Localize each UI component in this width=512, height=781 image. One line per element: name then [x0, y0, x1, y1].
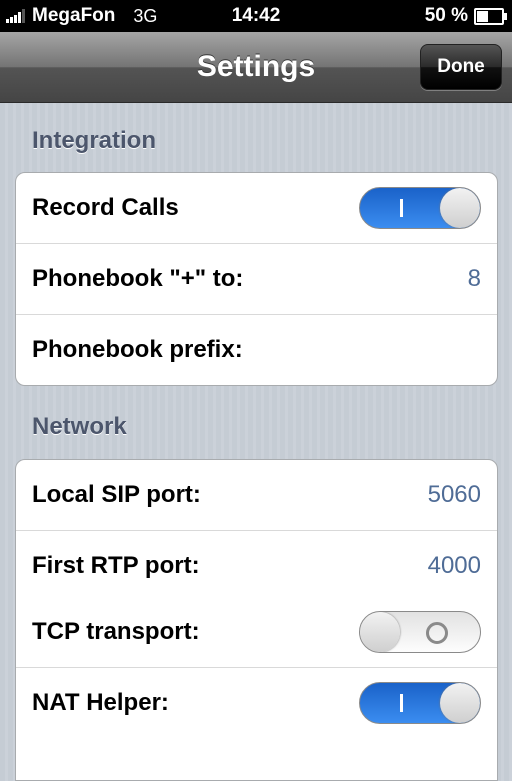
- first-rtp-port-row[interactable]: First RTP port: 4000: [16, 531, 497, 601]
- tcp-transport-row: TCP transport:: [16, 597, 497, 668]
- record-calls-label: Record Calls: [32, 194, 179, 221]
- first-rtp-port-value[interactable]: 4000: [428, 531, 481, 601]
- phonebook-plus-value[interactable]: 8: [468, 244, 481, 314]
- tcp-transport-label: TCP transport:: [32, 618, 200, 645]
- nat-helper-label: NAT Helper:: [32, 689, 169, 716]
- status-bar: MegaFon 3G 14:42 50 %: [0, 0, 512, 32]
- section-header-network: Network: [32, 413, 127, 440]
- record-calls-toggle[interactable]: [359, 187, 481, 229]
- phonebook-prefix-label: Phonebook prefix:: [32, 336, 243, 363]
- tcp-transport-toggle[interactable]: [359, 611, 481, 653]
- first-rtp-port-label: First RTP port:: [32, 552, 200, 579]
- battery-percentage: 50 %: [424, 5, 468, 26]
- nat-helper-toggle[interactable]: [359, 682, 481, 724]
- local-sip-port-row[interactable]: Local SIP port: 5060: [16, 460, 497, 531]
- battery-icon: [474, 7, 507, 25]
- local-sip-port-value[interactable]: 5060: [428, 460, 481, 530]
- integration-group: Record Calls Phonebook "+" to: 8 Phonebo…: [15, 172, 498, 386]
- local-sip-port-label: Local SIP port:: [32, 481, 201, 508]
- nat-helper-row: NAT Helper:: [16, 668, 497, 738]
- done-button[interactable]: Done: [420, 44, 502, 90]
- toggle-knob: [440, 188, 480, 228]
- phonebook-plus-row[interactable]: Phonebook "+" to: 8: [16, 244, 497, 315]
- section-header-integration: Integration: [32, 127, 156, 154]
- phonebook-prefix-row[interactable]: Phonebook prefix:: [16, 315, 497, 385]
- navigation-bar: Settings Done: [0, 32, 512, 103]
- network-group: Local SIP port: 5060 First RTP port: 400…: [15, 459, 498, 781]
- toggle-knob: [360, 612, 400, 652]
- phonebook-plus-label: Phonebook "+" to:: [32, 265, 244, 292]
- toggle-knob: [440, 683, 480, 723]
- record-calls-row: Record Calls: [16, 173, 497, 244]
